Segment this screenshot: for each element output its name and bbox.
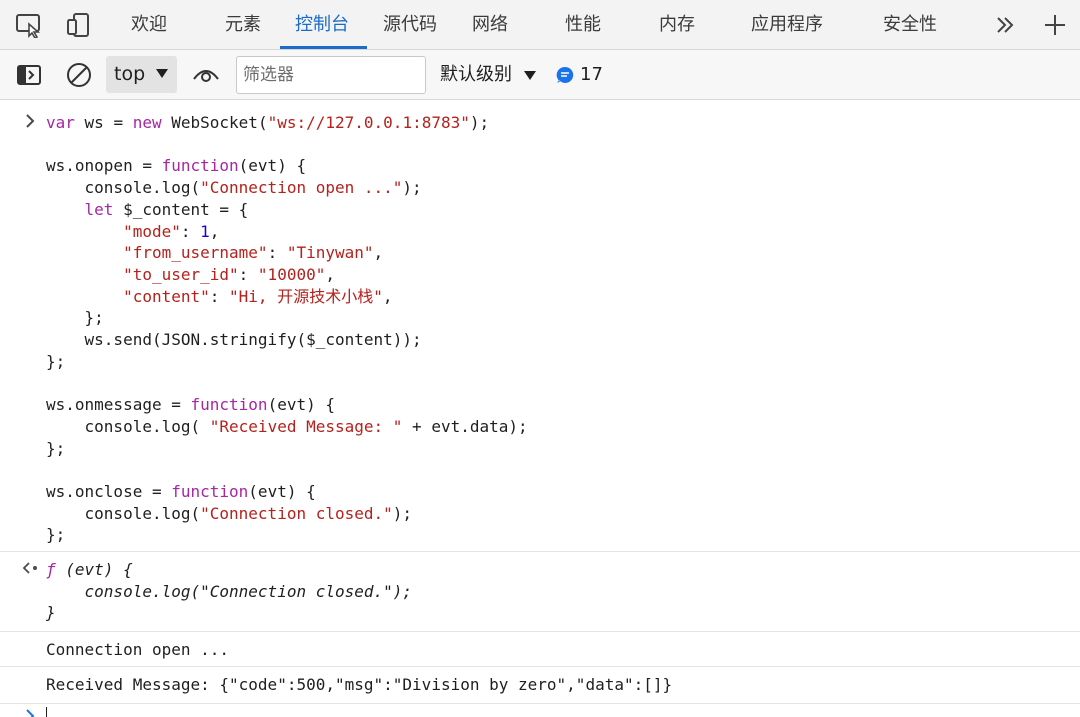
code-token: "Received Message: " [209, 416, 403, 436]
code-token: console.log( [46, 178, 201, 198]
code-token: : [238, 264, 258, 284]
code-token: "Hi, 开源技术小栈" [229, 286, 383, 306]
live-expression-eye-icon[interactable] [190, 60, 222, 90]
code-line: } [46, 603, 56, 623]
console-toolbar: top 默认级别 17 [0, 50, 1080, 100]
tab-application[interactable]: 应用程序 [751, 0, 823, 50]
code-token: (evt) { [267, 395, 335, 415]
code-token: (evt) { [248, 481, 316, 501]
console-input-entry: var ws = new WebSocket("ws://127.0.0.1:8… [0, 101, 1080, 552]
tab-memory[interactable]: 内存 [659, 0, 695, 50]
active-tab-indicator [280, 46, 367, 49]
device-emulation-icon[interactable] [64, 10, 94, 40]
code-token: (evt) { [55, 560, 133, 579]
code-token: WebSocket( [161, 113, 268, 132]
code-token: "Connection open ..." [200, 178, 403, 198]
input-prompt-icon [24, 113, 36, 133]
code-token: "from_username" [123, 243, 268, 263]
code-token: (evt) { [238, 156, 307, 176]
tab-welcome[interactable]: 欢迎 [131, 0, 167, 50]
code-token: console.log( [46, 416, 210, 436]
tab-performance[interactable]: 性能 [565, 0, 601, 50]
code-token: , [325, 264, 335, 284]
tab-security[interactable]: 安全性 [883, 0, 937, 50]
code-token: ws = [74, 113, 133, 132]
log-message: Received Message: {"code":500,"msg":"Div… [46, 675, 673, 694]
code-line: console.log("Connection closed."); [46, 581, 413, 601]
level-chevron-down-icon [524, 71, 536, 80]
code-line: }; [46, 525, 66, 545]
code-token: function [161, 156, 239, 176]
context-selector-label: top [114, 63, 146, 85]
code-token: + evt.data); [402, 416, 528, 436]
console-return-entry[interactable]: ƒ (evt) { console.log("Connection closed… [0, 552, 1080, 632]
console-log-entry: Received Message: {"code":500,"msg":"Div… [0, 667, 1080, 704]
log-level-dropdown[interactable]: 默认级别 [440, 56, 512, 94]
code-token: function [190, 395, 268, 415]
code-token: "Tinywan" [286, 243, 374, 263]
code-token: : [267, 243, 287, 263]
code-line: ws.send(JSON.stringify($_content)); [46, 330, 422, 350]
code-line: }; [46, 438, 66, 458]
tab-network[interactable]: 网络 [472, 0, 508, 50]
console-log-entry: Connection open ... [0, 632, 1080, 667]
code-token: "Connection closed." [200, 503, 393, 523]
context-selector[interactable]: top [106, 56, 177, 93]
return-arrow-icon [22, 560, 40, 580]
code-token: ); [469, 113, 490, 132]
code-token: "to_user_id" [123, 264, 239, 284]
code-token: ws.onopen = [46, 156, 162, 176]
log-message: Connection open ... [46, 640, 230, 659]
code-token: "ws://127.0.0.1:8783" [267, 113, 470, 132]
message-bubble-icon[interactable] [556, 66, 574, 84]
devtools-tab-bar: 欢迎 元素 控制台 源代码 网络 性能 内存 应用程序 安全性 [0, 0, 1080, 50]
issue-count[interactable]: 17 [580, 56, 603, 94]
tab-elements[interactable]: 元素 [225, 0, 261, 50]
code-token: let [84, 199, 114, 219]
function-glyph: ƒ [46, 560, 56, 579]
code-token: ws.onclose = [46, 481, 172, 501]
code-token: , [382, 286, 393, 306]
code-token: 1 [200, 221, 210, 241]
more-tabs-icon[interactable] [990, 10, 1020, 40]
sidebar-toggle-icon[interactable] [14, 60, 44, 90]
code-token: console.log( [46, 503, 201, 523]
code-token: "10000" [257, 264, 326, 284]
return-value-code[interactable]: ƒ (evt) { console.log("Connection closed… [46, 559, 412, 624]
code-token: function [171, 481, 249, 501]
inspect-element-icon[interactable] [14, 10, 44, 40]
code-token: , [209, 221, 220, 241]
input-code-block: var ws = new WebSocket("ws://127.0.0.1:8… [46, 112, 528, 546]
code-line: }; [46, 351, 66, 371]
code-token: "content" [123, 286, 210, 306]
console-output: var ws = new WebSocket("ws://127.0.0.1:8… [0, 101, 1080, 717]
code-token: var [46, 113, 75, 132]
clear-console-icon[interactable] [64, 60, 94, 90]
code-token: $_content = { [113, 199, 249, 219]
code-token: ws.onmessage = [46, 395, 191, 415]
code-line: }; [46, 308, 104, 328]
code-token: "mode" [123, 221, 181, 241]
chevron-down-icon [156, 69, 168, 78]
code-token: ); [402, 178, 422, 198]
code-token: ); [392, 503, 413, 523]
tab-sources[interactable]: 源代码 [383, 0, 437, 50]
add-tool-icon[interactable] [1040, 10, 1070, 40]
text-cursor [46, 707, 47, 717]
code-token: : [209, 286, 230, 306]
tab-console[interactable]: 控制台 [295, 0, 349, 50]
console-input-prompt-icon[interactable] [24, 708, 36, 717]
filter-input[interactable] [236, 56, 426, 94]
code-token: new [132, 113, 162, 132]
code-token: : [180, 221, 201, 241]
code-token: , [373, 243, 384, 263]
